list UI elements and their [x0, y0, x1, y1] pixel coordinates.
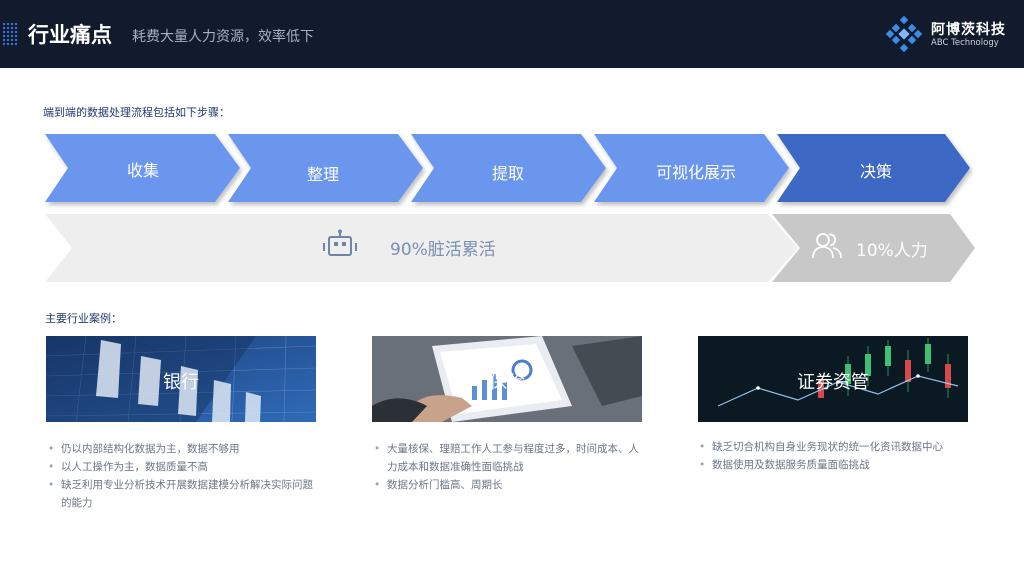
list-item: 仍以内部结构化数据为主，数据不够用 [46, 440, 316, 458]
header-bar: 行业痛点 耗费大量人力资源，效率低下 阿博茨科技 ABC Technology [0, 0, 1024, 68]
step-label-4: 可视化展示 [655, 163, 736, 182]
bank-case-card: 银行 [46, 336, 316, 422]
step-label-1: 收集 [126, 161, 159, 180]
list-item: 缺乏切合机构自身业务现状的统一化资讯数据中心 [697, 438, 987, 456]
bank-case-label: 银行 [163, 372, 199, 393]
list-item: 以人工操作为主，数据质量不高 [46, 458, 316, 476]
insurance-bullet-list: 大量核保、理赔工作人工参与程度过多，时间成本、人力成本和数据准确性面临挑战 数据… [372, 440, 647, 494]
list-item: 数据分析门槛高、周期长 [372, 476, 647, 494]
brand-name-en: ABC Technology [931, 38, 999, 48]
step-label-2: 整理 [306, 165, 339, 184]
process-intro: 端到端的数据处理流程包括如下步骤： [43, 106, 230, 119]
dot-pattern-decoration [2, 22, 18, 46]
securities-case-label: 证券资管 [797, 372, 869, 393]
list-item: 大量核保、理赔工作人工参与程度过多，时间成本、人力成本和数据准确性面临挑战 [372, 440, 647, 476]
diamond-logo-icon [886, 16, 922, 52]
step-label-5: 决策 [859, 162, 892, 181]
brand-name: 阿博茨科技 [931, 22, 1006, 38]
securities-bullet-list: 缺乏切合机构自身业务现状的统一化资讯数据中心 数据使用及数据服务质量面临挑战 [697, 438, 987, 474]
people-icon [812, 233, 842, 259]
manual-work-label: 90%脏活累活 [390, 240, 496, 260]
robot-icon [323, 229, 357, 256]
list-item: 缺乏利用专业分析技术开展数据建模分析解决实际问题的能力 [46, 476, 316, 512]
page-subtitle: 耗费大量人力资源，效率低下 [132, 29, 314, 45]
insurance-case-label: 保险 [489, 372, 525, 393]
page-title: 行业痛点 [28, 23, 112, 47]
human-work-label: 10%人力 [856, 241, 928, 261]
step-label-3: 提取 [491, 164, 524, 183]
securities-case-card: 证券资管 [698, 336, 968, 422]
list-item: 数据使用及数据服务质量面临挑战 [697, 456, 987, 474]
cases-section-title: 主要行业案例： [45, 312, 122, 325]
bank-bullet-list: 仍以内部结构化数据为主，数据不够用 以人工操作为主，数据质量不高 缺乏利用专业分… [46, 440, 316, 512]
insurance-case-card: 保险 [372, 336, 642, 422]
